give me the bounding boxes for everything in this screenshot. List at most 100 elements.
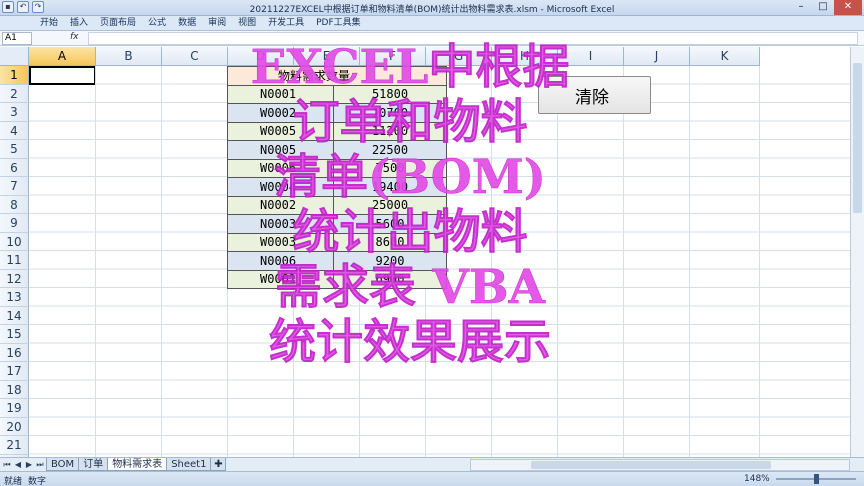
- column-header[interactable]: F: [360, 47, 426, 66]
- row-header[interactable]: 21: [0, 436, 29, 455]
- demand-qty-cell[interactable]: 19400: [333, 177, 447, 197]
- table-row: W0001 6900: [227, 269, 447, 289]
- sheet-tab[interactable]: BOM: [46, 458, 80, 471]
- row-header[interactable]: 19: [0, 399, 29, 418]
- material-code-cell[interactable]: W0005: [227, 121, 334, 141]
- vertical-scroll-thumb[interactable]: [853, 63, 862, 213]
- demand-qty-cell[interactable]: 11200: [333, 121, 447, 141]
- prev-sheet-icon[interactable]: ◀: [13, 459, 23, 470]
- ribbon-tab[interactable]: 插入: [64, 17, 94, 30]
- ribbon-tab[interactable]: 开始: [34, 17, 64, 30]
- select-all-corner[interactable]: [0, 47, 29, 66]
- last-sheet-icon[interactable]: ⏭: [35, 459, 45, 470]
- table-row: N0006 9200: [227, 251, 447, 271]
- ribbon-tab[interactable]: 开发工具: [262, 17, 310, 30]
- office-button[interactable]: [2, 17, 28, 30]
- material-code-cell[interactable]: W0004: [227, 177, 334, 197]
- material-code-cell[interactable]: W0001: [227, 269, 334, 289]
- demand-qty-cell[interactable]: 7500: [333, 158, 447, 178]
- material-code-cell[interactable]: N0006: [227, 251, 334, 271]
- column-gridline: [557, 66, 558, 457]
- demand-qty-cell[interactable]: 25000: [333, 195, 447, 215]
- ribbon-tabs: 开始 插入 页面布局 公式 数据 审阅 视图 开发工具 PDF工具集: [0, 16, 864, 31]
- row-header[interactable]: 17: [0, 362, 29, 381]
- row-header[interactable]: 1: [0, 66, 29, 85]
- row-header[interactable]: 5: [0, 140, 29, 159]
- row-header[interactable]: 20: [0, 417, 29, 436]
- zoom-slider-handle[interactable]: [814, 474, 819, 484]
- maximize-button[interactable]: □: [812, 0, 834, 15]
- horizontal-scroll-thumb[interactable]: [531, 461, 771, 469]
- table-header-cell[interactable]: 物料需求数量: [227, 66, 447, 86]
- fx-icon[interactable]: fx: [70, 32, 79, 42]
- table-row: W0005 11200: [227, 121, 447, 141]
- status-bar: 就绪 数字 148%: [0, 471, 864, 486]
- column-header[interactable]: H: [492, 47, 558, 66]
- material-code-cell[interactable]: N0003: [227, 214, 334, 234]
- zoom-level[interactable]: 148%: [744, 474, 770, 484]
- column-header[interactable]: J: [624, 47, 690, 66]
- row-header[interactable]: 8: [0, 195, 29, 214]
- ribbon-tab[interactable]: 页面布局: [94, 17, 142, 30]
- demand-qty-cell[interactable]: 22500: [333, 140, 447, 160]
- column-header[interactable]: I: [558, 47, 624, 66]
- row-header[interactable]: 3: [0, 103, 29, 122]
- minimize-button[interactable]: –: [790, 0, 812, 15]
- demand-qty-cell[interactable]: 9200: [333, 251, 447, 271]
- column-gridline: [161, 66, 162, 457]
- demand-qty-cell[interactable]: 5600: [333, 214, 447, 234]
- row-header[interactable]: 12: [0, 269, 29, 288]
- sheet-tab[interactable]: Sheet1: [166, 458, 212, 471]
- column-header[interactable]: D: [228, 47, 294, 66]
- demand-qty-cell[interactable]: 51800: [333, 84, 447, 104]
- horizontal-scrollbar[interactable]: [470, 459, 850, 471]
- row-header[interactable]: 7: [0, 177, 29, 196]
- sheet-tab[interactable]: 订单: [78, 458, 109, 471]
- sheet-tab-bar: ⏮ ◀ ▶ ⏭ BOM 订单 物料需求表 Sheet1 ✚: [0, 457, 864, 471]
- active-cell-a1[interactable]: [29, 66, 96, 85]
- formula-input[interactable]: [88, 32, 858, 45]
- row-header[interactable]: 15: [0, 325, 29, 344]
- material-code-cell[interactable]: W0002: [227, 103, 334, 123]
- name-box[interactable]: A1: [2, 32, 32, 45]
- column-header[interactable]: C: [162, 47, 228, 66]
- column-header[interactable]: G: [426, 47, 492, 66]
- material-demand-table: 物料需求数量 N0001 51800 W0002 10700 W0005 11200 N000…: [227, 66, 447, 289]
- clear-button[interactable]: 清除: [538, 76, 651, 114]
- row-header[interactable]: 13: [0, 288, 29, 307]
- row-header[interactable]: 4: [0, 121, 29, 140]
- row-header[interactable]: 16: [0, 343, 29, 362]
- row-header[interactable]: 14: [0, 306, 29, 325]
- ribbon-tab[interactable]: PDF工具集: [310, 17, 367, 30]
- row-header[interactable]: 9: [0, 214, 29, 233]
- column-header[interactable]: E: [294, 47, 360, 66]
- first-sheet-icon[interactable]: ⏮: [2, 459, 12, 470]
- next-sheet-icon[interactable]: ▶: [24, 459, 34, 470]
- insert-sheet-icon[interactable]: ✚: [210, 458, 227, 471]
- sheet-tab[interactable]: 物料需求表: [107, 458, 168, 471]
- ribbon-tab[interactable]: 数据: [172, 17, 202, 30]
- row-header[interactable]: 6: [0, 158, 29, 177]
- material-code-cell[interactable]: N0005: [227, 140, 334, 160]
- material-code-cell[interactable]: W0003: [227, 232, 334, 252]
- ribbon-tab[interactable]: 公式: [142, 17, 172, 30]
- zoom-slider[interactable]: [776, 474, 856, 484]
- close-button[interactable]: ✕: [834, 0, 862, 15]
- row-header[interactable]: 2: [0, 84, 29, 103]
- material-code-cell[interactable]: N0001: [227, 84, 334, 104]
- column-header[interactable]: A: [29, 47, 96, 66]
- column-header[interactable]: B: [96, 47, 162, 66]
- material-code-cell[interactable]: N0002: [227, 195, 334, 215]
- row-header[interactable]: 10: [0, 232, 29, 251]
- row-header[interactable]: 18: [0, 380, 29, 399]
- row-header[interactable]: 11: [0, 251, 29, 270]
- material-code-cell[interactable]: W0006: [227, 158, 334, 178]
- demand-qty-cell[interactable]: 8600: [333, 232, 447, 252]
- vertical-scrollbar[interactable]: [850, 47, 864, 457]
- table-row: W0006 7500: [227, 158, 447, 178]
- ribbon-tab[interactable]: 审阅: [202, 17, 232, 30]
- demand-qty-cell[interactable]: 6900: [333, 269, 447, 289]
- column-header[interactable]: K: [690, 47, 760, 66]
- demand-qty-cell[interactable]: 10700: [333, 103, 447, 123]
- ribbon-tab[interactable]: 视图: [232, 17, 262, 30]
